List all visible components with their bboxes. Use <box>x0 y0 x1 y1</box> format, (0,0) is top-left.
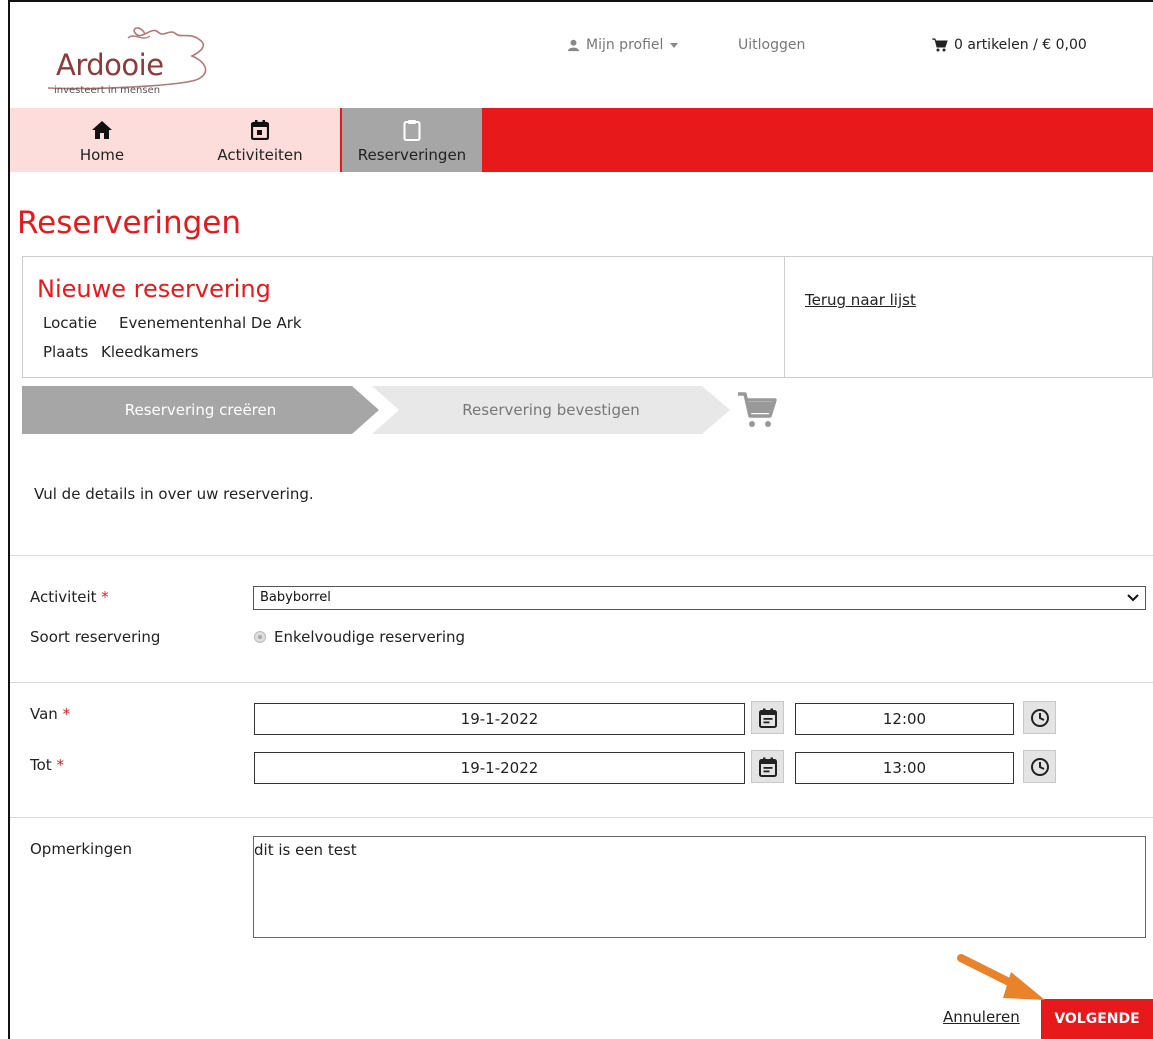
main-menu-bar: Home Activiteiten Reserveringen <box>10 108 1153 172</box>
reservation-info-card: Nieuwe reservering Locatie Evenementenhal… <box>22 256 1153 378</box>
remarks-label: Opmerkingen <box>30 840 132 858</box>
type-radio-option[interactable]: Enkelvoudige reservering <box>254 628 465 646</box>
activity-label: Activiteit * <box>30 588 109 606</box>
location-label: Locatie <box>43 314 97 332</box>
place-label: Plaats <box>43 343 89 361</box>
next-button[interactable]: VOLGENDE <box>1041 999 1153 1039</box>
type-value: Enkelvoudige reservering <box>274 628 466 646</box>
from-date-picker-button[interactable] <box>751 701 784 734</box>
divider <box>10 682 1153 683</box>
from-time-input[interactable]: 12:00 <box>795 703 1014 735</box>
place-row: Plaats Kleedkamers <box>43 343 198 361</box>
to-date-picker-button[interactable] <box>751 750 784 783</box>
to-time-picker-button[interactable] <box>1023 750 1056 783</box>
clock-icon <box>1030 757 1049 776</box>
menu-item-label: Activiteiten <box>217 146 303 164</box>
place-value: Kleedkamers <box>101 343 199 361</box>
from-time-picker-button[interactable] <box>1023 701 1056 734</box>
activity-selected-value: Babyborrel <box>260 590 331 605</box>
clock-icon <box>1030 708 1049 727</box>
divider <box>10 555 1153 556</box>
orange-arrow-annotation <box>957 954 1045 1000</box>
user-icon <box>567 39 580 51</box>
caret-down-icon <box>670 43 679 48</box>
step-create: Reservering creëren <box>22 386 379 434</box>
to-time-input[interactable]: 13:00 <box>795 752 1014 784</box>
cart-icon <box>932 38 948 52</box>
profile-label: Mijn profiel <box>586 37 664 53</box>
cart-summary[interactable]: 0 artikelen / € 0,00 <box>932 37 1087 53</box>
menu-item-label: Home <box>79 146 125 164</box>
ardooie-logo[interactable]: Ardooie investeert in mensen <box>30 22 220 96</box>
calendar-icon <box>251 118 269 142</box>
menu-item-activiteiten[interactable]: Activiteiten <box>205 108 315 172</box>
menu-item-reserveringen[interactable]: Reserveringen <box>342 108 482 172</box>
radio-button[interactable] <box>254 631 266 643</box>
to-label: Tot * <box>30 756 64 774</box>
type-label: Soort reservering <box>30 628 161 646</box>
page-title: Reserveringen <box>17 205 242 241</box>
activity-select[interactable]: Babyborrel <box>253 586 1146 610</box>
step-cart-icon <box>736 390 778 434</box>
location-value: Evenementenhal De Ark <box>119 314 302 332</box>
cart-label: 0 artikelen / € 0,00 <box>954 37 1087 53</box>
from-date-input[interactable]: 19-1-2022 <box>254 703 745 735</box>
remarks-textarea[interactable]: dit is een test <box>253 836 1146 938</box>
form-intro: Vul de details in over uw reservering. <box>34 485 314 503</box>
calendar-icon <box>758 757 777 777</box>
card-title: Nieuwe reservering <box>37 275 271 303</box>
chevron-down-icon <box>1127 594 1139 602</box>
cancel-link[interactable]: Annuleren <box>943 1008 1020 1026</box>
profile-menu[interactable]: Mijn profiel <box>567 37 679 53</box>
divider <box>10 817 1153 818</box>
calendar-icon <box>758 708 777 728</box>
menu-item-home[interactable]: Home <box>62 108 142 172</box>
from-label: Van * <box>30 705 71 723</box>
home-icon <box>91 118 113 142</box>
reservation-info-left: Nieuwe reservering Locatie Evenementenhal… <box>23 257 785 377</box>
menu-item-label: Reserveringen <box>357 146 467 164</box>
to-date-input[interactable]: 19-1-2022 <box>254 752 745 784</box>
logo-text: Ardooie <box>56 48 164 82</box>
clipboard-icon <box>403 118 421 142</box>
location-row: Locatie Evenementenhal De Ark <box>43 314 302 332</box>
step-confirm: Reservering bevestigen <box>372 386 730 434</box>
logout-link[interactable]: Uitloggen <box>738 37 805 53</box>
back-to-list-link[interactable]: Terug naar lijst <box>805 291 916 309</box>
progress-steps: Reservering creëren Reservering bevestig… <box>22 386 822 434</box>
logo-tagline: investeert in mensen <box>54 85 161 96</box>
